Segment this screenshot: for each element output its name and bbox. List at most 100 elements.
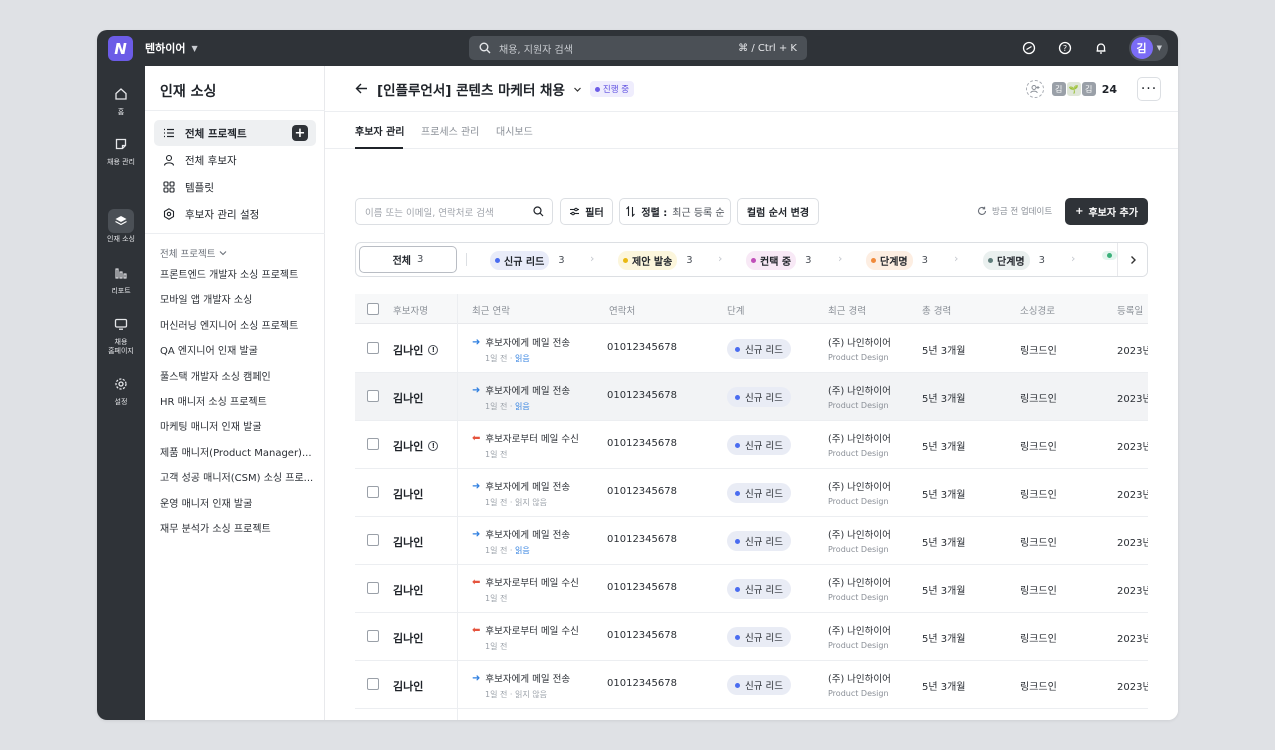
add-candidate-button[interactable]: + 후보자 추가 (1065, 198, 1148, 225)
table-row[interactable]: 김나인➜후보자에게 메일 전송1일 전 · 읽지 않음01012345678신규… (355, 661, 1148, 709)
row-checkbox[interactable] (367, 438, 379, 450)
member-avatars[interactable]: 김 🌱 김 24 (1050, 81, 1117, 97)
project-item[interactable]: 모바일 앱 개발자 소싱 (160, 288, 320, 313)
column-header[interactable]: 총 경력 (922, 303, 951, 317)
row-checkbox[interactable] (367, 342, 379, 354)
table-row[interactable]: 김나인➜후보자에게 메일 전송1일 전 · 읽지 않음01012345678신규… (355, 469, 1148, 517)
project-item[interactable]: 운영 매니저 인재 발굴 (160, 492, 320, 517)
row-checkbox[interactable] (367, 630, 379, 642)
sidebar-item-templates[interactable]: 템플릿 (154, 174, 316, 200)
stage-chip[interactable]: 신규 리드 3 (490, 251, 565, 270)
table-row[interactable]: 김나인! ➜ 후보자에게 메일 전송 1일 전 · 읽음 01012345678 신규 리… (355, 325, 1148, 373)
stage-chip[interactable]: 컨택 중 3 (746, 251, 811, 270)
row-checkbox[interactable] (367, 678, 379, 690)
sort-button[interactable]: 정렬 : 최근 등록 순 (619, 198, 731, 225)
filter-button[interactable]: 필터 (560, 198, 613, 225)
global-search[interactable]: 채용, 지원자 검색 ⌘ / Ctrl + K (469, 36, 807, 60)
project-item[interactable]: 고객 성공 매니저(CSM) 소싱 프로... (160, 466, 320, 491)
sidebar-item-all-projects[interactable]: 전체 프로젝트 + (154, 120, 316, 146)
row-checkbox[interactable] (367, 486, 379, 498)
sidebar-item-all-candidates[interactable]: 전체 후보자 (154, 147, 316, 173)
candidate-name-cell[interactable]: 김나인 (393, 582, 423, 598)
table-row[interactable]: 김나인 ➜ 후보자에게 메일 전송 1일 전 · 읽음 01012345678 신규 리드… (355, 373, 1148, 421)
help-icon[interactable]: ? (1057, 40, 1073, 56)
candidate-name-cell[interactable]: 김나인 (393, 630, 423, 646)
row-checkbox[interactable] (367, 582, 379, 594)
column-header[interactable]: 최근 연락 (472, 303, 510, 317)
tab-candidates[interactable]: 후보자 관리 (355, 123, 404, 138)
stage-badge[interactable]: 신규 리드 (727, 675, 791, 695)
table-row[interactable]: 김나인 ⬅ 후보자로부터 메일 수신 1일 전 01012345678 신규 리드 (주) … (355, 613, 1148, 661)
candidate-name-cell[interactable]: 김나인 (393, 534, 423, 550)
app-logo[interactable]: N (108, 36, 133, 61)
rail-item-hiring[interactable]: 채용 관리 (97, 132, 145, 167)
project-item[interactable]: 제품 매니저(Product Manager)... (160, 441, 320, 466)
sidebar-item-candidate-settings[interactable]: 후보자 관리 설정 (154, 201, 316, 227)
add-member-icon[interactable] (1025, 80, 1044, 98)
stage-badge[interactable]: 신규 리드 (727, 339, 791, 359)
select-all-checkbox[interactable] (367, 303, 379, 315)
stage-all-button[interactable]: 전체 3 (359, 246, 457, 273)
project-title[interactable]: [인플루언서] 콘텐츠 마케터 채용 진행 중 (377, 79, 635, 99)
candidate-name-cell[interactable]: 김나인 (393, 678, 423, 694)
project-item[interactable]: 풀스택 개발자 소싱 캠페인 (160, 365, 320, 390)
table-row[interactable]: 김나인➜후보자에게 메일 전송1일 전 · 읽지 않음01012345678신규… (355, 709, 1148, 720)
project-item[interactable]: QA 엔지니어 인재 발굴 (160, 339, 320, 364)
table-row[interactable]: 김나인 ⬅ 후보자로부터 메일 수신 1일 전 01012345678 신규 리드 (주) … (355, 565, 1148, 613)
table-row[interactable]: 김나인 ➜ 후보자에게 메일 전송 1일 전 · 읽음 01012345678 신규 리드… (355, 517, 1148, 565)
row-checkbox[interactable] (367, 390, 379, 402)
column-header[interactable]: 최근 경력 (828, 303, 866, 317)
project-section-toggle[interactable]: 전체 프로젝트 (160, 246, 227, 260)
candidate-search-input[interactable]: 이름 또는 이메일, 연락처로 검색 (355, 198, 553, 225)
user-menu[interactable]: 김 ▼ (1128, 35, 1168, 61)
stage-chip[interactable]: 단계명 3 (866, 251, 928, 270)
project-item[interactable]: 마케팅 매니저 인재 발굴 (160, 415, 320, 440)
back-arrow-icon[interactable] (355, 82, 368, 99)
column-header[interactable]: 소싱경로 (1020, 303, 1055, 317)
chevron-right-icon: › (1071, 252, 1076, 265)
tab-process[interactable]: 프로세스 관리 (421, 123, 479, 138)
rail-item-report[interactable]: 리포트 (97, 261, 145, 296)
rail-item-career-site[interactable]: 채용 홈페이지 (97, 312, 145, 356)
company-name: (주) 나인하이어 (828, 674, 891, 685)
project-item[interactable]: HR 매니저 소싱 프로젝트 (160, 390, 320, 415)
stage-chip[interactable]: 단계명 3 (983, 251, 1045, 270)
rail-item-home[interactable]: 홈 (97, 82, 145, 117)
recent-career-cell: (주) 나인하이어 Product Design (828, 479, 891, 506)
more-options-button[interactable]: ··· (1137, 77, 1161, 101)
candidate-name-cell[interactable]: 김나인! (393, 438, 439, 454)
project-item[interactable]: 머신러닝 엔지니어 소싱 프로젝트 (160, 314, 320, 339)
candidate-name-cell[interactable]: 김나인! (393, 342, 439, 358)
project-item[interactable]: 재무 분석가 소싱 프로젝트 (160, 517, 320, 542)
rail-item-sourcing[interactable]: 인재 소싱 (97, 209, 145, 244)
stage-badge[interactable]: 신규 리드 (727, 483, 791, 503)
stage-chip-partial[interactable] (1102, 251, 1117, 260)
row-checkbox[interactable] (367, 534, 379, 546)
stage-badge[interactable]: 신규 리드 (727, 531, 791, 551)
refresh-status[interactable]: 방금 전 업데이트 (977, 205, 1052, 217)
rail-item-settings[interactable]: 설정 (97, 372, 145, 407)
tab-dashboard[interactable]: 대시보드 (496, 123, 533, 138)
stage-badge[interactable]: 신규 리드 (727, 387, 791, 407)
column-header[interactable]: 단계 (727, 303, 744, 317)
candidate-name-cell[interactable]: 김나인 (393, 486, 423, 502)
column-header[interactable]: 후보자명 (393, 303, 428, 317)
stage-badge[interactable]: 신규 리드 (727, 627, 791, 647)
info-icon[interactable]: ! (428, 441, 439, 451)
column-order-button[interactable]: 컬럼 순서 변경 (737, 198, 819, 225)
stage-badge[interactable]: 신규 리드 (727, 435, 791, 455)
message-icon[interactable] (1021, 40, 1037, 56)
table-row[interactable]: 김나인! ⬅ 후보자로부터 메일 수신 1일 전 01012345678 신규 리드 (주)… (355, 421, 1148, 469)
candidate-name-cell[interactable]: 김나인 (393, 390, 423, 406)
stage-chip[interactable]: 제안 발송 3 (618, 251, 693, 270)
column-header[interactable]: 연락처 (609, 303, 635, 317)
stage-count: 3 (558, 255, 565, 266)
column-header[interactable]: 등록일 (1117, 303, 1143, 317)
company-switcher[interactable]: 텐하이어 ▼ (145, 40, 198, 56)
bell-icon[interactable] (1093, 40, 1109, 56)
info-icon[interactable]: ! (428, 345, 439, 355)
stage-scroll-next-button[interactable] (1117, 243, 1147, 276)
project-item[interactable]: 프론트엔드 개발자 소싱 프로젝트 (160, 263, 320, 288)
stage-badge[interactable]: 신규 리드 (727, 579, 791, 599)
add-project-button[interactable]: + (292, 125, 308, 141)
